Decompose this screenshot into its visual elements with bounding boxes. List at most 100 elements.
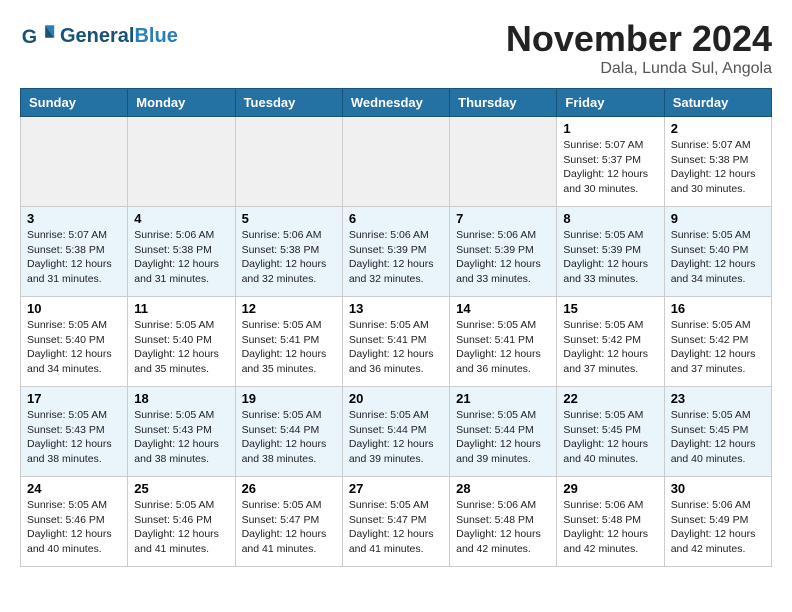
day-info: Sunrise: 5:06 AMSunset: 5:48 PMDaylight:… bbox=[563, 498, 657, 557]
calendar-cell bbox=[21, 117, 128, 207]
day-number: 9 bbox=[671, 211, 765, 226]
day-number: 16 bbox=[671, 301, 765, 316]
day-number: 29 bbox=[563, 481, 657, 496]
calendar-cell: 16 Sunrise: 5:05 AMSunset: 5:42 PMDayligh… bbox=[664, 297, 771, 387]
day-info: Sunrise: 5:05 AMSunset: 5:40 PMDaylight:… bbox=[671, 228, 765, 287]
day-info: Sunrise: 5:05 AMSunset: 5:39 PMDaylight:… bbox=[563, 228, 657, 287]
calendar-cell: 30 Sunrise: 5:06 AMSunset: 5:49 PMDayligh… bbox=[664, 477, 771, 567]
day-number: 17 bbox=[27, 391, 121, 406]
calendar-cell: 15 Sunrise: 5:05 AMSunset: 5:42 PMDayligh… bbox=[557, 297, 664, 387]
day-info: Sunrise: 5:05 AMSunset: 5:45 PMDaylight:… bbox=[563, 408, 657, 467]
day-number: 10 bbox=[27, 301, 121, 316]
calendar-table: SundayMondayTuesdayWednesdayThursdayFrid… bbox=[20, 88, 772, 567]
weekday-wednesday: Wednesday bbox=[342, 89, 449, 117]
calendar-cell: 24 Sunrise: 5:05 AMSunset: 5:46 PMDayligh… bbox=[21, 477, 128, 567]
calendar-cell: 22 Sunrise: 5:05 AMSunset: 5:45 PMDayligh… bbox=[557, 387, 664, 477]
calendar-cell: 6Sunrise: 5:06 AMSunset: 5:39 PMDaylight… bbox=[342, 207, 449, 297]
day-info: Sunrise: 5:05 AMSunset: 5:46 PMDaylight:… bbox=[27, 498, 121, 557]
day-info: Sunrise: 5:05 AMSunset: 5:44 PMDaylight:… bbox=[349, 408, 443, 467]
day-number: 11 bbox=[134, 301, 228, 316]
day-info: Sunrise: 5:06 AMSunset: 5:39 PMDaylight:… bbox=[456, 228, 550, 287]
day-number: 5 bbox=[242, 211, 336, 226]
calendar-row-4: 17 Sunrise: 5:05 AMSunset: 5:43 PMDayligh… bbox=[21, 387, 772, 477]
weekday-saturday: Saturday bbox=[664, 89, 771, 117]
weekday-monday: Monday bbox=[128, 89, 235, 117]
calendar-cell: 7 Sunrise: 5:06 AMSunset: 5:39 PMDaylight… bbox=[450, 207, 557, 297]
calendar-cell: 1 Sunrise: 5:07 AMSunset: 5:37 PMDaylight… bbox=[557, 117, 664, 207]
page-container: G GeneralBlue November 2024 Dala, Lunda … bbox=[0, 0, 792, 577]
svg-text:G: G bbox=[22, 26, 37, 48]
weekday-header-row: SundayMondayTuesdayWednesdayThursdayFrid… bbox=[21, 89, 772, 117]
calendar-cell: 19 Sunrise: 5:05 AMSunset: 5:44 PMDayligh… bbox=[235, 387, 342, 477]
day-info: Sunrise: 5:05 AMSunset: 5:45 PMDaylight:… bbox=[671, 408, 765, 467]
day-info: Sunrise: 5:05 AMSunset: 5:41 PMDaylight:… bbox=[349, 318, 443, 377]
page-header: G GeneralBlue November 2024 Dala, Lunda … bbox=[0, 0, 792, 88]
day-info: Sunrise: 5:05 AMSunset: 5:43 PMDaylight:… bbox=[134, 408, 228, 467]
title-section: November 2024 Dala, Lunda Sul, Angola bbox=[506, 18, 772, 78]
weekday-tuesday: Tuesday bbox=[235, 89, 342, 117]
day-number: 8 bbox=[563, 211, 657, 226]
calendar-cell: 29 Sunrise: 5:06 AMSunset: 5:48 PMDayligh… bbox=[557, 477, 664, 567]
calendar-cell: 28 Sunrise: 5:06 AMSunset: 5:48 PMDayligh… bbox=[450, 477, 557, 567]
calendar-cell: 12Sunrise: 5:05 AMSunset: 5:41 PMDayligh… bbox=[235, 297, 342, 387]
calendar-cell: 11 Sunrise: 5:05 AMSunset: 5:40 PMDayligh… bbox=[128, 297, 235, 387]
day-info: Sunrise: 5:05 AMSunset: 5:40 PMDaylight:… bbox=[27, 318, 121, 377]
day-number: 15 bbox=[563, 301, 657, 316]
calendar-row-3: 10 Sunrise: 5:05 AMSunset: 5:40 PMDayligh… bbox=[21, 297, 772, 387]
calendar-cell: 27Sunrise: 5:05 AMSunset: 5:47 PMDayligh… bbox=[342, 477, 449, 567]
day-info: Sunrise: 5:05 AMSunset: 5:43 PMDaylight:… bbox=[27, 408, 121, 467]
day-info: Sunrise: 5:05 AMSunset: 5:44 PMDaylight:… bbox=[456, 408, 550, 467]
weekday-sunday: Sunday bbox=[21, 89, 128, 117]
calendar-cell bbox=[342, 117, 449, 207]
calendar-cell bbox=[450, 117, 557, 207]
calendar-cell: 26Sunrise: 5:05 AMSunset: 5:47 PMDayligh… bbox=[235, 477, 342, 567]
day-number: 27 bbox=[349, 481, 443, 496]
day-number: 28 bbox=[456, 481, 550, 496]
logo-icon: G bbox=[20, 18, 56, 54]
day-info: Sunrise: 5:05 AMSunset: 5:40 PMDaylight:… bbox=[134, 318, 228, 377]
calendar-cell: 21 Sunrise: 5:05 AMSunset: 5:44 PMDayligh… bbox=[450, 387, 557, 477]
day-info: Sunrise: 5:07 AMSunset: 5:38 PMDaylight:… bbox=[27, 228, 121, 287]
day-info: Sunrise: 5:06 AMSunset: 5:38 PMDaylight:… bbox=[134, 228, 228, 287]
day-number: 12 bbox=[242, 301, 336, 316]
calendar-cell: 10 Sunrise: 5:05 AMSunset: 5:40 PMDayligh… bbox=[21, 297, 128, 387]
calendar-cell: 17 Sunrise: 5:05 AMSunset: 5:43 PMDayligh… bbox=[21, 387, 128, 477]
day-info: Sunrise: 5:05 AMSunset: 5:44 PMDaylight:… bbox=[242, 408, 336, 467]
day-number: 14 bbox=[456, 301, 550, 316]
weekday-friday: Friday bbox=[557, 89, 664, 117]
calendar-cell: 13Sunrise: 5:05 AMSunset: 5:41 PMDayligh… bbox=[342, 297, 449, 387]
day-info: Sunrise: 5:06 AMSunset: 5:48 PMDaylight:… bbox=[456, 498, 550, 557]
day-info: Sunrise: 5:05 AMSunset: 5:42 PMDaylight:… bbox=[671, 318, 765, 377]
calendar-cell: 23 Sunrise: 5:05 AMSunset: 5:45 PMDayligh… bbox=[664, 387, 771, 477]
day-info: Sunrise: 5:05 AMSunset: 5:47 PMDaylight:… bbox=[242, 498, 336, 557]
day-info: Sunrise: 5:05 AMSunset: 5:42 PMDaylight:… bbox=[563, 318, 657, 377]
day-info: Sunrise: 5:06 AMSunset: 5:49 PMDaylight:… bbox=[671, 498, 765, 557]
logo-general: General bbox=[60, 25, 134, 47]
day-number: 22 bbox=[563, 391, 657, 406]
day-number: 7 bbox=[456, 211, 550, 226]
calendar-cell: 4 Sunrise: 5:06 AMSunset: 5:38 PMDaylight… bbox=[128, 207, 235, 297]
day-number: 30 bbox=[671, 481, 765, 496]
weekday-thursday: Thursday bbox=[450, 89, 557, 117]
day-info: Sunrise: 5:07 AMSunset: 5:37 PMDaylight:… bbox=[563, 138, 657, 197]
calendar-cell: 20Sunrise: 5:05 AMSunset: 5:44 PMDayligh… bbox=[342, 387, 449, 477]
location: Dala, Lunda Sul, Angola bbox=[506, 60, 772, 78]
day-number: 18 bbox=[134, 391, 228, 406]
calendar-cell: 25 Sunrise: 5:05 AMSunset: 5:46 PMDayligh… bbox=[128, 477, 235, 567]
logo: G GeneralBlue bbox=[20, 18, 178, 54]
calendar-row-5: 24 Sunrise: 5:05 AMSunset: 5:46 PMDayligh… bbox=[21, 477, 772, 567]
day-number: 23 bbox=[671, 391, 765, 406]
day-number: 19 bbox=[242, 391, 336, 406]
day-info: Sunrise: 5:06 AMSunset: 5:38 PMDaylight:… bbox=[242, 228, 336, 287]
day-number: 25 bbox=[134, 481, 228, 496]
day-number: 1 bbox=[563, 121, 657, 136]
calendar-cell: 3Sunrise: 5:07 AMSunset: 5:38 PMDaylight… bbox=[21, 207, 128, 297]
calendar-cell: 2 Sunrise: 5:07 AMSunset: 5:38 PMDaylight… bbox=[664, 117, 771, 207]
calendar-cell: 14Sunrise: 5:05 AMSunset: 5:41 PMDayligh… bbox=[450, 297, 557, 387]
day-info: Sunrise: 5:05 AMSunset: 5:46 PMDaylight:… bbox=[134, 498, 228, 557]
day-number: 2 bbox=[671, 121, 765, 136]
day-number: 24 bbox=[27, 481, 121, 496]
day-info: Sunrise: 5:07 AMSunset: 5:38 PMDaylight:… bbox=[671, 138, 765, 197]
day-number: 4 bbox=[134, 211, 228, 226]
day-number: 21 bbox=[456, 391, 550, 406]
